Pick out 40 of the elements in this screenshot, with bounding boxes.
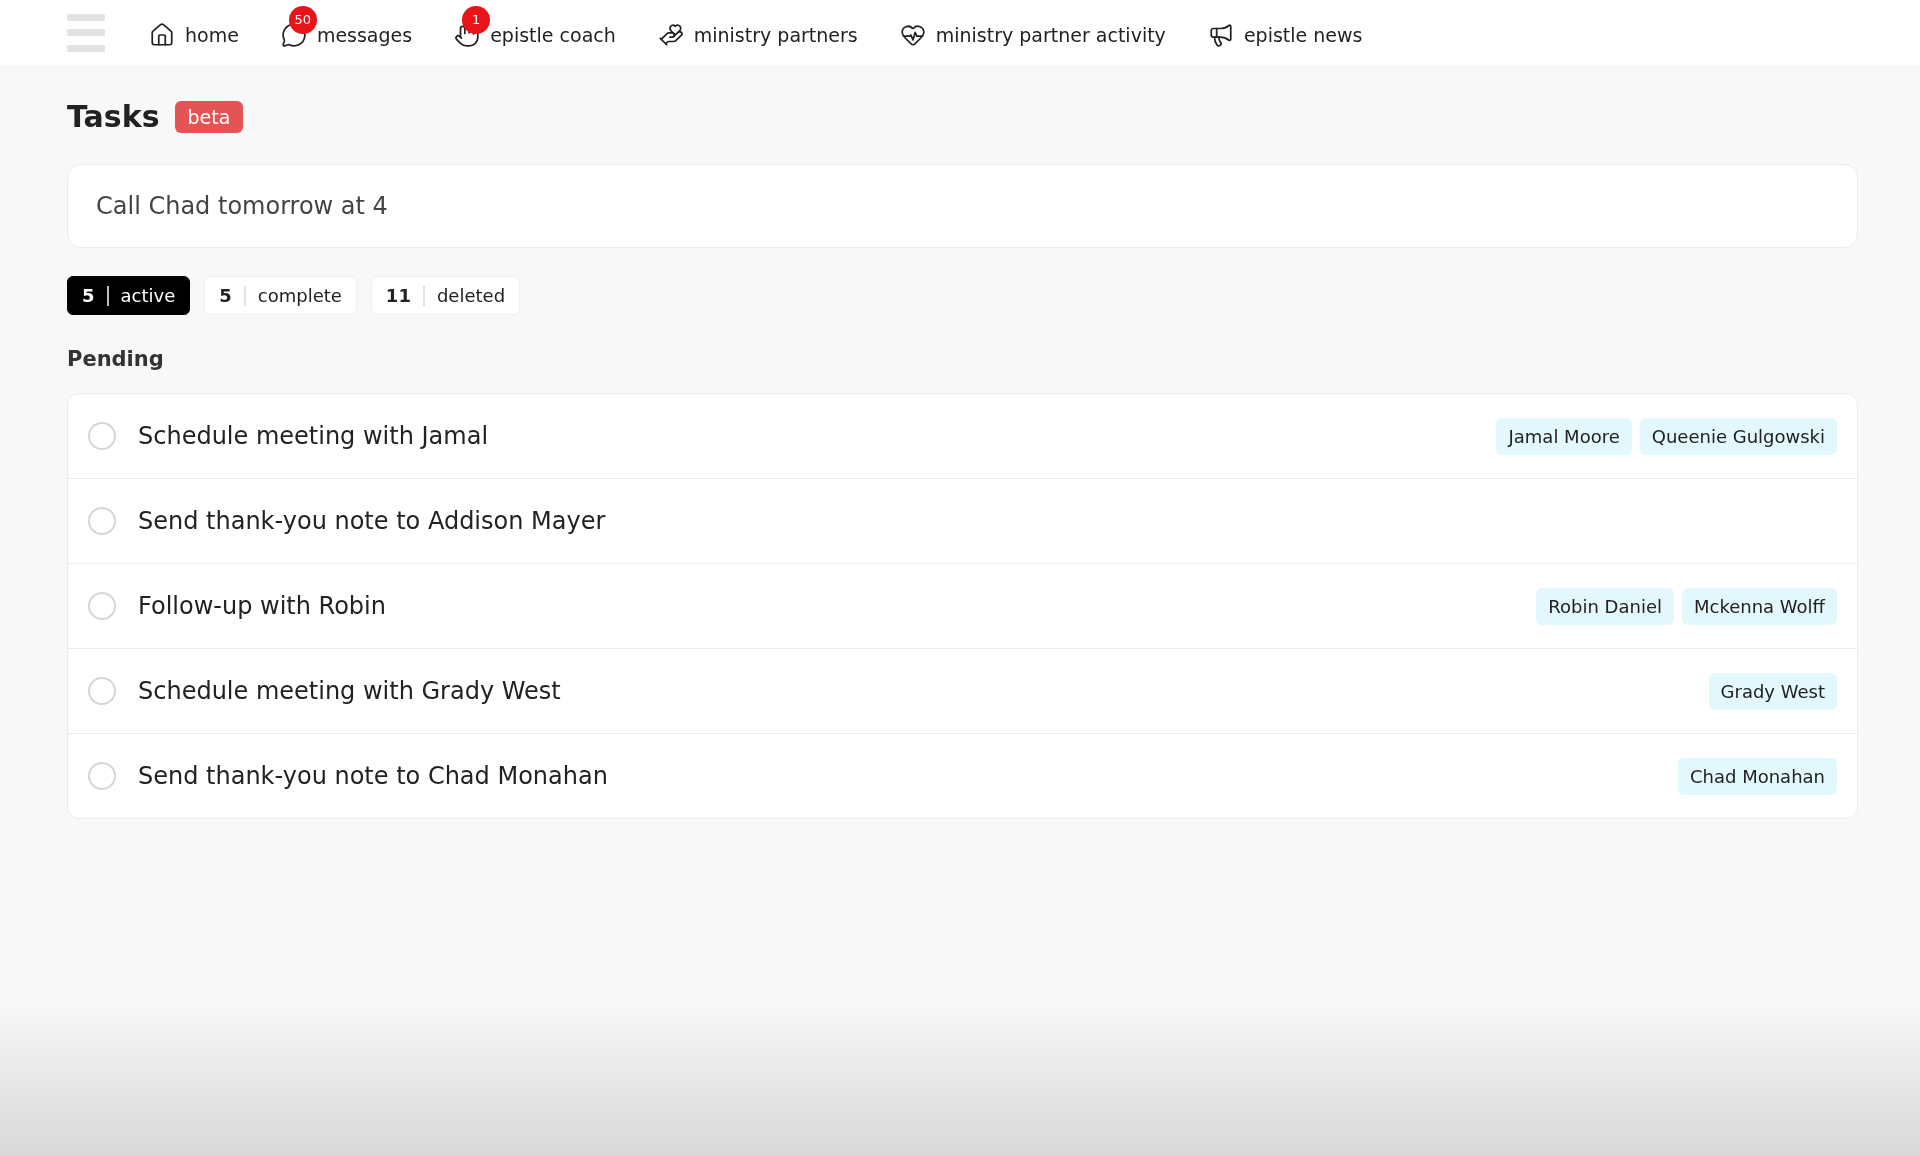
- beta-badge: beta: [174, 100, 244, 133]
- task-checkbox[interactable]: [88, 592, 116, 620]
- task-checkbox[interactable]: [88, 507, 116, 535]
- house-icon: [149, 21, 175, 48]
- person-tag: Grady West: [1708, 672, 1837, 710]
- section-heading: Pending: [67, 347, 165, 371]
- filter-tab[interactable]: 5 active: [67, 276, 191, 315]
- notification-badge: 50: [288, 5, 317, 34]
- person-tag: Jamal Moore: [1496, 417, 1632, 455]
- menu-icon[interactable]: [67, 13, 105, 52]
- person-tag: Queenie Gulgowski: [1639, 417, 1837, 455]
- nav-link[interactable]: ministry partner activity: [899, 5, 1166, 60]
- task-title: Send thank-you note to Chad Monahan: [138, 762, 609, 790]
- megaphone-icon: [1207, 21, 1234, 48]
- task-title: Schedule meeting with Jamal: [138, 422, 490, 450]
- nav-label: ministry partners: [693, 23, 858, 46]
- nav-label: messages: [316, 23, 413, 46]
- task-checkbox[interactable]: [88, 762, 116, 790]
- filter-tab[interactable]: 5 complete: [204, 276, 357, 315]
- person-tag: Mckenna Wolff: [1682, 587, 1837, 625]
- nav-link[interactable]: home: [149, 5, 239, 60]
- page-title: Tasks: [67, 99, 160, 134]
- nav-label: epistle news: [1243, 23, 1363, 46]
- nav-link[interactable]: epistle news: [1207, 5, 1363, 60]
- nav-link[interactable]: 50 messages: [280, 5, 413, 60]
- task-checkbox[interactable]: [88, 677, 116, 705]
- task-checkbox[interactable]: [88, 422, 116, 450]
- nav-label: epistle coach: [490, 23, 616, 46]
- task-title: Schedule meeting with Grady West: [138, 677, 562, 705]
- task-input-field[interactable]: Call Chad tomorrow at 4: [67, 164, 1858, 248]
- task-title: Follow-up with Robin: [138, 592, 387, 620]
- person-tag: Robin Daniel: [1536, 587, 1674, 625]
- person-tag: Chad Monahan: [1678, 757, 1837, 795]
- nav-link[interactable]: ministry partners: [657, 5, 858, 60]
- notification-badge: 1: [462, 5, 491, 34]
- filter-tab[interactable]: 11 deleted: [370, 276, 521, 315]
- nav-label: ministry partner activity: [935, 23, 1166, 46]
- nav-link[interactable]: 1 epistle coach: [454, 5, 616, 60]
- nav-label: home: [185, 23, 239, 46]
- task-title: Send thank-you note to Addison Mayer: [138, 507, 607, 535]
